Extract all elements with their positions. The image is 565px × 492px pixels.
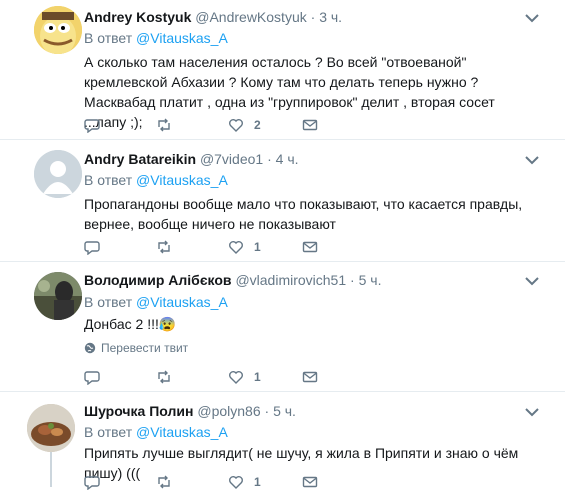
timestamp[interactable]: 5 ч. (273, 403, 296, 419)
retweet-icon (158, 370, 170, 384)
avatar[interactable] (34, 272, 82, 320)
reply-mention-link[interactable]: @Vitauskas_A (136, 424, 228, 440)
reply-mention-link[interactable]: @Vitauskas_A (136, 172, 228, 188)
tweet-actions: 2 (84, 115, 384, 135)
reply-context: В ответ @Vitauskas_A (84, 294, 228, 310)
heart-icon (229, 241, 243, 254)
reply-button[interactable] (84, 472, 100, 492)
avatar[interactable] (34, 150, 82, 198)
tweet-header: Шурочка Полин @polyn86 · 5 ч. (84, 403, 296, 419)
tweet-actions: 1 (84, 367, 384, 387)
author-handle[interactable]: @vladimirovich51 (235, 272, 346, 288)
retweet-button[interactable] (156, 237, 172, 257)
heart-icon (229, 371, 243, 384)
tweet-text: Пропагандоны вообще мало что показывают,… (84, 196, 523, 232)
tweet[interactable]: Володимир Алібєков @vladimirovich51 · 5 … (0, 262, 565, 392)
anxious-face-emoji: 😰 (158, 316, 177, 332)
heart-icon (229, 476, 243, 489)
like-button[interactable]: 1 (228, 472, 261, 492)
reply-prefix: В ответ (84, 294, 133, 310)
cartoon-avatar-icon (34, 6, 82, 54)
direct-message-button[interactable] (302, 472, 318, 492)
like-button[interactable]: 1 (228, 237, 261, 257)
retweet-icon (158, 240, 170, 254)
like-count: 2 (254, 118, 261, 132)
reply-context: В ответ @Vitauskas_A (84, 30, 228, 46)
tweet-header: Andry Batareikin @7video1 · 4 ч. (84, 151, 299, 167)
reply-button[interactable] (84, 367, 100, 387)
author-name[interactable]: Шурочка Полин (84, 403, 193, 419)
timestamp[interactable]: 3 ч. (319, 9, 342, 25)
avatar[interactable] (27, 404, 75, 452)
envelope-icon (302, 476, 318, 488)
like-button[interactable]: 1 (228, 367, 261, 387)
direct-message-button[interactable] (302, 115, 318, 135)
envelope-icon (302, 119, 318, 131)
chevron-down-icon[interactable] (525, 407, 539, 417)
separator-dot: · (350, 272, 355, 288)
reply-context: В ответ @Vitauskas_A (84, 424, 228, 440)
like-count: 1 (254, 370, 261, 384)
separator-dot: · (310, 9, 316, 25)
reply-icon (84, 119, 100, 133)
direct-message-button[interactable] (302, 367, 318, 387)
timestamp[interactable]: 4 ч. (276, 151, 299, 167)
separator-dot: · (264, 403, 270, 419)
author-handle[interactable]: @AndrewKostyuk (195, 9, 306, 25)
author-name[interactable]: Andrey Kostyuk (84, 9, 191, 25)
direct-message-button[interactable] (302, 237, 318, 257)
like-button[interactable]: 2 (228, 115, 261, 135)
tweet[interactable]: Andrey Kostyuk @AndrewKostyuk · 3 ч. В о… (0, 0, 565, 140)
tweet-text-container: Донбас 2 !!!😰 (84, 314, 536, 334)
author-name[interactable]: Andry Batareikin (84, 151, 196, 167)
envelope-icon (302, 371, 318, 383)
translate-label: Перевести твит (101, 341, 189, 355)
chevron-down-icon[interactable] (525, 155, 539, 165)
reply-prefix: В ответ (84, 30, 133, 46)
tweet-header: Володимир Алібєков @vladimirovich51 · 5 … (84, 272, 381, 288)
timestamp[interactable]: 5 ч. (359, 272, 382, 288)
envelope-icon (302, 241, 318, 253)
retweet-button[interactable] (156, 472, 172, 492)
tweet-actions: 1 (84, 237, 384, 257)
heart-icon (229, 119, 243, 132)
tweet-text: Донбас 2 !!! (84, 316, 159, 332)
reply-button[interactable] (84, 115, 100, 135)
tweet[interactable]: Andry Batareikin @7video1 · 4 ч. В ответ… (0, 140, 565, 262)
avatar[interactable] (34, 6, 82, 54)
tweet-actions: 1 (84, 472, 384, 492)
chevron-down-icon[interactable] (525, 276, 539, 286)
chevron-down-icon[interactable] (525, 13, 539, 23)
retweet-icon (158, 118, 170, 132)
separator-dot: · (267, 151, 272, 167)
translate-tweet-link[interactable]: Перевести твит (84, 341, 188, 355)
globe-icon (84, 342, 96, 354)
reply-icon (84, 241, 100, 255)
reply-icon (84, 371, 100, 385)
reply-prefix: В ответ (84, 424, 133, 440)
author-name[interactable]: Володимир Алібєков (84, 272, 232, 288)
reply-prefix: В ответ (84, 172, 133, 188)
retweet-button[interactable] (156, 367, 172, 387)
author-handle[interactable]: @polyn86 (197, 403, 260, 419)
reply-mention-link[interactable]: @Vitauskas_A (136, 294, 228, 310)
reply-context: В ответ @Vitauskas_A (84, 172, 228, 188)
author-handle[interactable]: @7video1 (200, 151, 263, 167)
food-avatar-icon (27, 404, 75, 452)
retweet-icon (158, 475, 170, 489)
tweet-header: Andrey Kostyuk @AndrewKostyuk · 3 ч. (84, 9, 342, 25)
photo-avatar-icon (34, 272, 82, 320)
tweet[interactable]: Шурочка Полин @polyn86 · 5 ч. В ответ @V… (0, 392, 565, 490)
like-count: 1 (254, 240, 261, 254)
reply-button[interactable] (84, 237, 100, 257)
reply-icon (84, 476, 100, 490)
reply-mention-link[interactable]: @Vitauskas_A (136, 30, 228, 46)
thread-line (50, 450, 52, 487)
retweet-button[interactable] (156, 115, 172, 135)
default-avatar-icon (34, 150, 82, 198)
